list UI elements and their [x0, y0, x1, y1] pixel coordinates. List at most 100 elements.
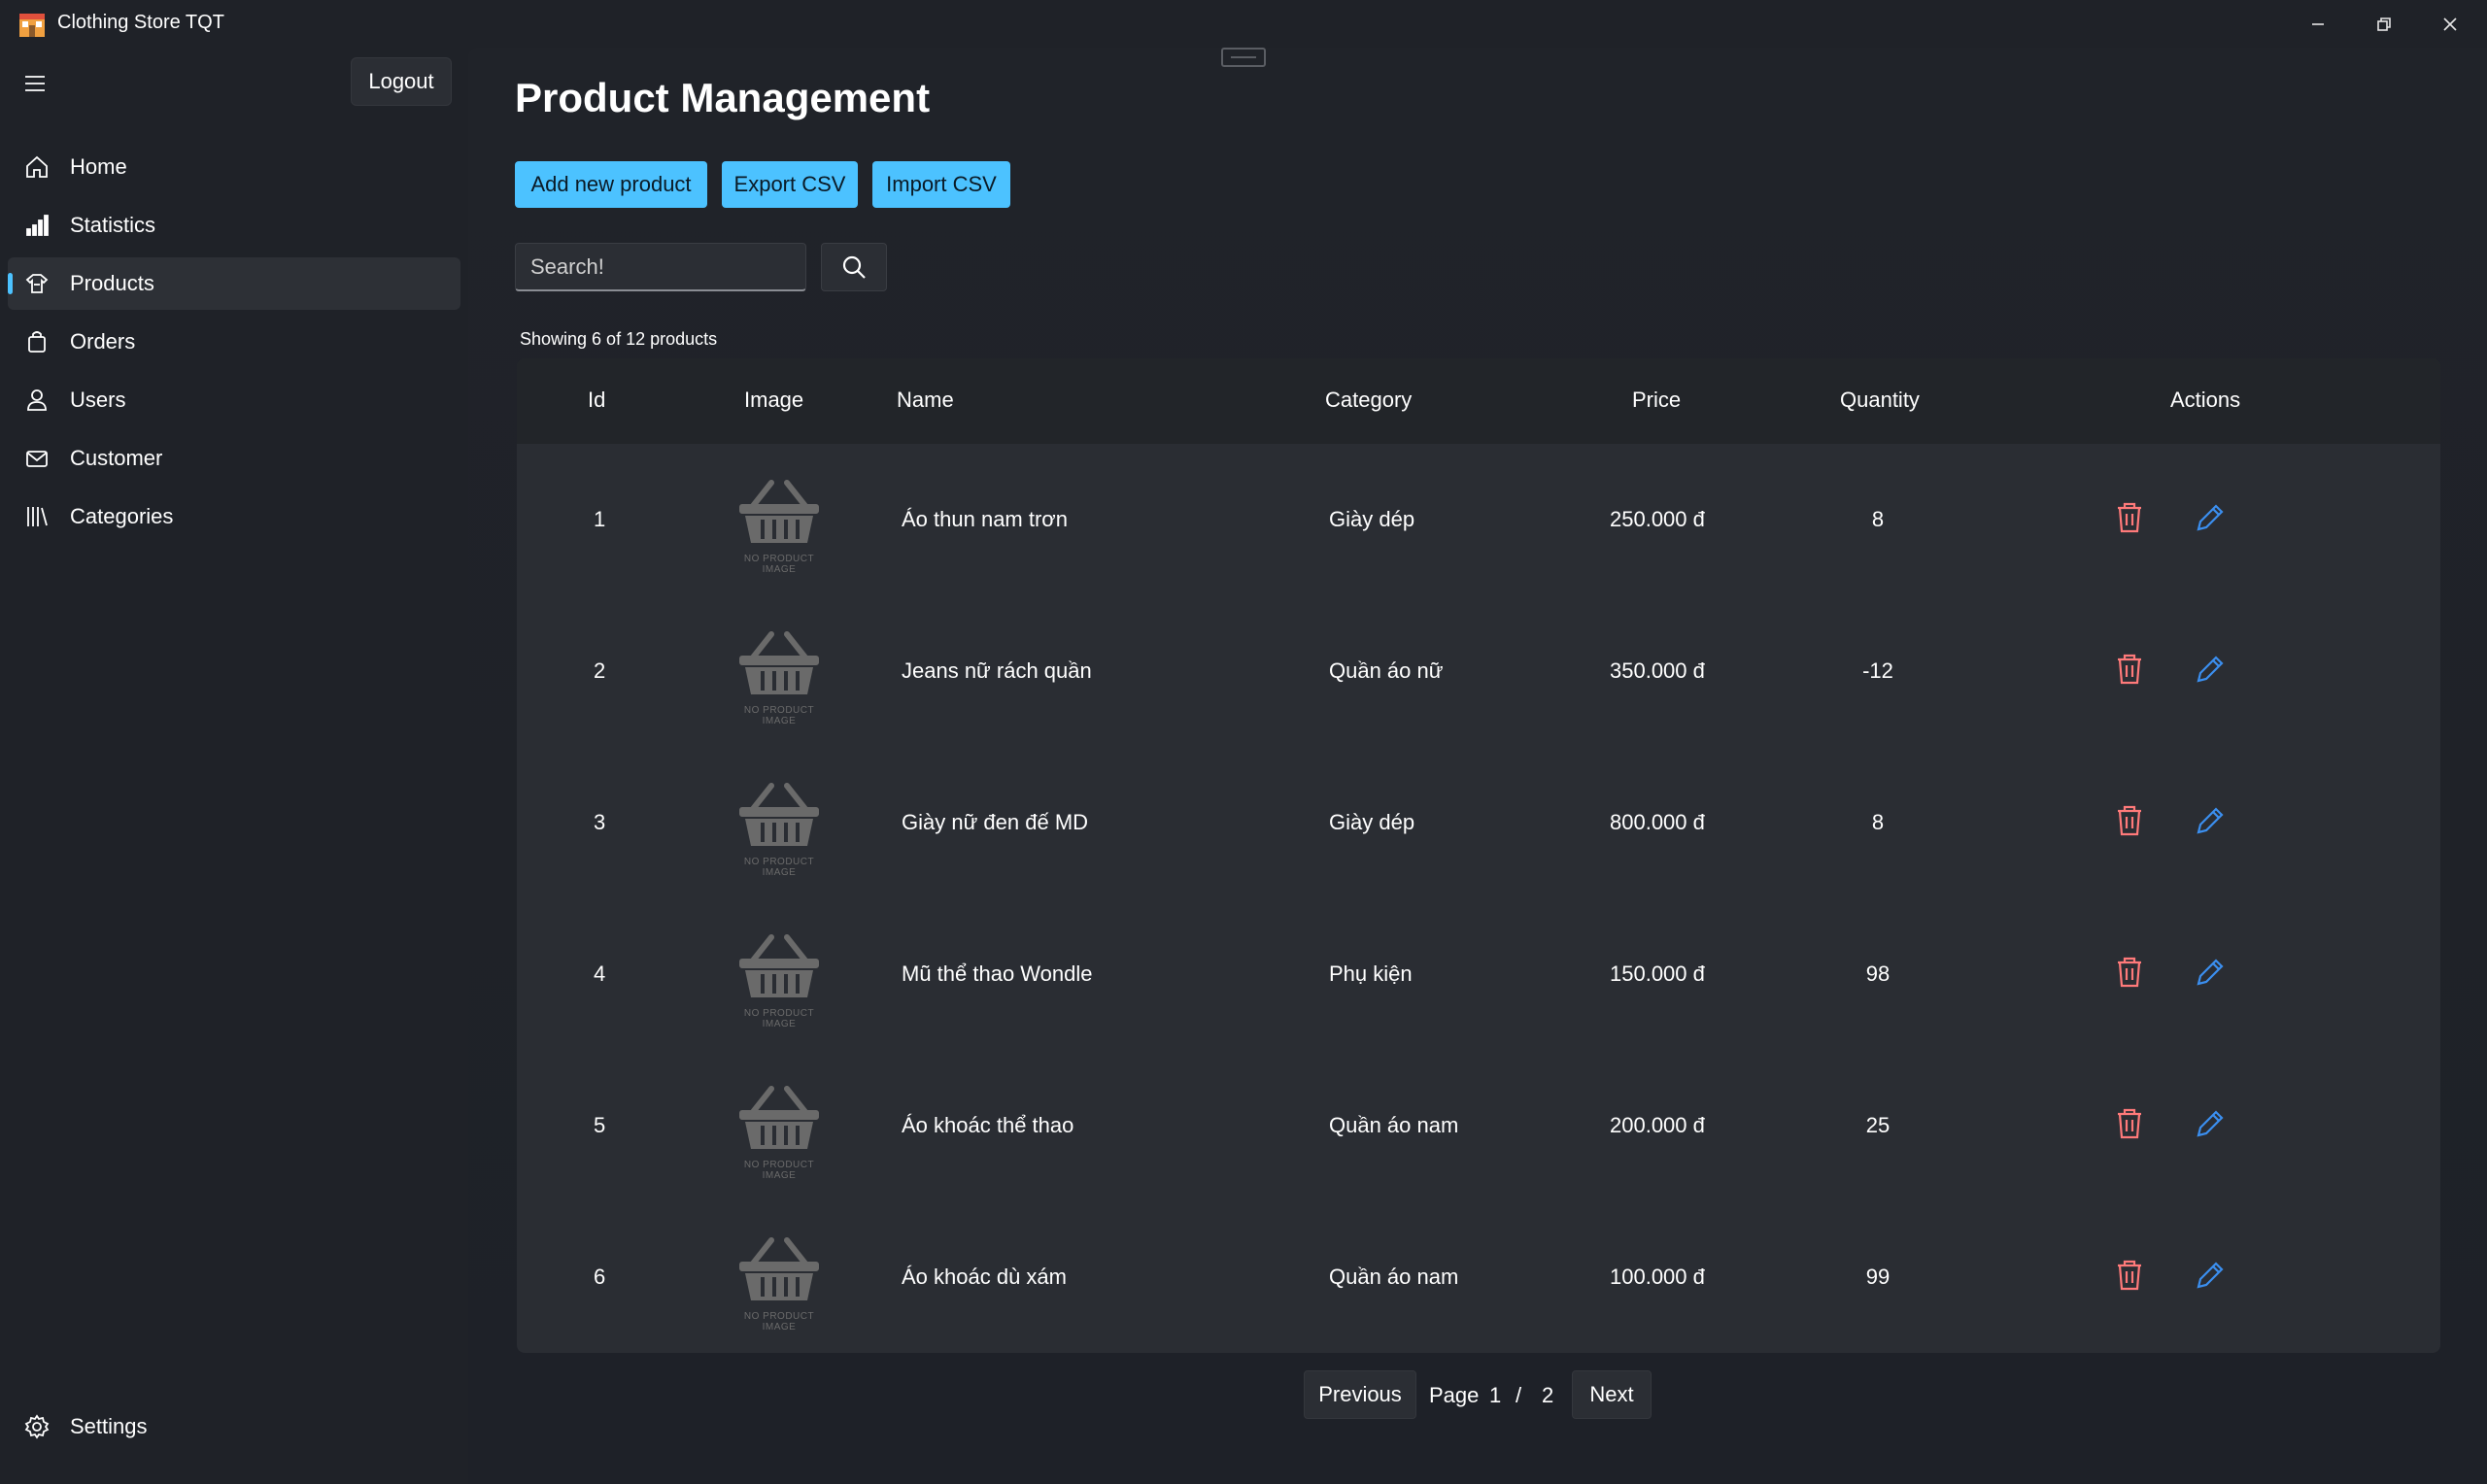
cell-id: 5 — [594, 1113, 606, 1137]
trash-icon[interactable] — [2112, 1258, 2147, 1293]
sidebar-item-orders[interactable]: Orders — [8, 316, 460, 368]
product-image-placeholder: NO PRODUCT IMAGE — [726, 473, 833, 575]
page-separator: / — [1516, 1383, 1522, 1407]
cell-price: 350.000 đ — [1610, 658, 1705, 683]
cell-category: Quần áo nam — [1329, 1113, 1459, 1137]
product-image-placeholder: NO PRODUCT IMAGE — [726, 1231, 833, 1332]
edit-pencil-icon[interactable] — [2192, 955, 2227, 990]
no-image-caption: NO PRODUCT IMAGE — [743, 1311, 815, 1332]
cell-quantity: 8 — [1871, 507, 1885, 531]
add-product-button[interactable]: Add new product — [515, 161, 707, 208]
basket-icon — [739, 631, 819, 694]
table-row: 3 NO PRODUCT IMAGE Giày nữ đen đế MD Già… — [517, 749, 2440, 900]
gear-icon — [23, 1413, 51, 1440]
current-page: 1 — [1489, 1383, 1502, 1407]
search-icon — [842, 255, 866, 279]
cell-id: 6 — [594, 1265, 606, 1289]
sidebar-item-label: Settings — [70, 1414, 148, 1438]
cell-quantity: 98 — [1865, 961, 1891, 986]
no-image-caption: NO PRODUCT IMAGE — [743, 1160, 815, 1181]
cell-name: Giày nữ đen đế MD — [902, 810, 1089, 834]
cell-category: Phụ kiện — [1329, 961, 1413, 986]
trash-icon[interactable] — [2112, 1106, 2147, 1141]
sidebar-item-settings[interactable]: Settings — [8, 1400, 460, 1453]
sidebar-item-statistics[interactable]: Statistics — [8, 199, 460, 252]
column-header-name: Name — [897, 388, 954, 412]
no-image-caption: NO PRODUCT IMAGE — [743, 705, 815, 726]
cell-name: Jeans nữ rách quần — [902, 658, 1092, 683]
mail-icon — [23, 445, 51, 472]
cell-name: Áo thun nam trơn — [902, 507, 1068, 531]
restore-icon[interactable] — [2351, 0, 2417, 48]
showing-count: Showing 6 of 12 products — [520, 329, 718, 349]
products-icon — [23, 270, 51, 297]
shopping-bag-icon — [23, 328, 51, 355]
minimize-icon[interactable] — [2285, 0, 2351, 48]
export-csv-button[interactable]: Export CSV — [722, 161, 858, 208]
basket-icon — [739, 934, 819, 997]
sidebar-item-users[interactable]: Users — [8, 374, 460, 426]
cell-price: 100.000 đ — [1610, 1265, 1705, 1289]
edit-pencil-icon[interactable] — [2192, 803, 2227, 838]
cell-price: 800.000 đ — [1610, 810, 1705, 834]
total-pages: 2 — [1542, 1383, 1554, 1407]
home-icon — [23, 153, 51, 181]
trash-icon[interactable] — [2112, 803, 2147, 838]
cell-quantity: 25 — [1865, 1113, 1891, 1137]
table-row: 6 NO PRODUCT IMAGE Áo khoác dù xám Quần … — [517, 1203, 2440, 1353]
active-indicator — [8, 273, 13, 294]
column-header-id: Id — [588, 388, 606, 412]
cell-quantity: -12 — [1862, 658, 1893, 683]
edit-pencil-icon[interactable] — [2192, 652, 2227, 687]
title-bar: Clothing Store TQT — [0, 0, 2487, 48]
cell-name: Áo khoác dù xám — [902, 1265, 1067, 1289]
basket-icon — [739, 783, 819, 846]
search-input[interactable] — [515, 243, 806, 291]
trash-icon[interactable] — [2112, 500, 2147, 535]
cell-price: 200.000 đ — [1610, 1113, 1705, 1137]
drag-handle[interactable] — [1221, 48, 1266, 67]
product-image-placeholder: NO PRODUCT IMAGE — [726, 624, 833, 726]
logout-button[interactable]: Logout — [351, 57, 452, 106]
basket-icon — [739, 480, 819, 543]
column-header-price: Price — [1632, 388, 1682, 412]
no-image-caption: NO PRODUCT IMAGE — [743, 1008, 815, 1029]
page-label: Page — [1429, 1383, 1480, 1407]
sidebar-item-label: Customer — [70, 446, 163, 470]
product-image-placeholder: NO PRODUCT IMAGE — [726, 1079, 833, 1181]
basket-icon — [739, 1237, 819, 1300]
cell-name: Mũ thể thao Wondle — [902, 961, 1093, 986]
trash-icon[interactable] — [2112, 955, 2147, 990]
column-header-quantity: Quantity — [1840, 388, 1920, 412]
edit-pencil-icon[interactable] — [2192, 1106, 2227, 1141]
cell-id: 2 — [594, 658, 606, 683]
product-table: Id Image Name Category Price Quantity Ac… — [517, 358, 2440, 1353]
store-icon — [17, 10, 47, 39]
user-icon — [23, 387, 51, 414]
edit-pencil-icon[interactable] — [2192, 500, 2227, 535]
table-row: 4 NO PRODUCT IMAGE Mũ thể thao Wondle Ph… — [517, 900, 2440, 1052]
library-icon — [23, 503, 51, 530]
main-content: Product Management Add new product Expor… — [468, 48, 2487, 1484]
edit-pencil-icon[interactable] — [2192, 1258, 2227, 1293]
table-header: Id Image Name Category Price Quantity Ac… — [517, 358, 2440, 444]
basket-icon — [739, 1086, 819, 1149]
product-image-placeholder: NO PRODUCT IMAGE — [726, 928, 833, 1029]
hamburger-menu-icon[interactable] — [19, 68, 51, 99]
sidebar-item-products[interactable]: Products — [8, 257, 460, 310]
sidebar-item-home[interactable]: Home — [8, 141, 460, 193]
cell-id: 4 — [594, 961, 606, 986]
sidebar-item-categories[interactable]: Categories — [8, 490, 460, 543]
trash-icon[interactable] — [2112, 652, 2147, 687]
import-csv-button[interactable]: Import CSV — [872, 161, 1010, 208]
search-button[interactable] — [821, 243, 887, 291]
cell-id: 1 — [594, 507, 606, 531]
sidebar-item-customer[interactable]: Customer — [8, 432, 460, 485]
next-button[interactable]: Next — [1572, 1370, 1652, 1419]
close-icon[interactable] — [2417, 0, 2483, 48]
window-title: Clothing Store TQT — [57, 12, 224, 33]
cell-name: Áo khoác thể thao — [902, 1113, 1074, 1137]
cell-price: 250.000 đ — [1610, 507, 1705, 531]
column-header-image: Image — [744, 388, 804, 412]
previous-button[interactable]: Previous — [1304, 1370, 1416, 1419]
